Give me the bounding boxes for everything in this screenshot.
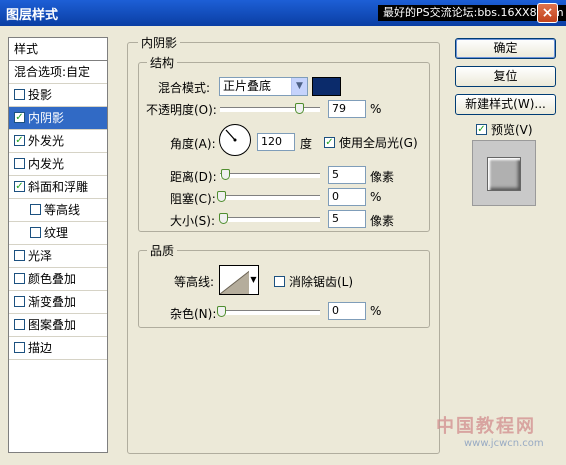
styles-list-header[interactable]: 样式 bbox=[9, 38, 107, 61]
style-checkbox[interactable]: ✓ bbox=[14, 181, 25, 192]
style-checkbox[interactable] bbox=[14, 158, 25, 169]
styles-list-item[interactable]: 颜色叠加 bbox=[9, 268, 107, 291]
style-checkbox[interactable] bbox=[30, 204, 41, 215]
blend-mode-select[interactable]: 正片叠底 ▼ bbox=[219, 77, 308, 96]
size-input[interactable]: 5 bbox=[328, 210, 366, 228]
style-preview bbox=[472, 140, 536, 206]
blend-mode-label: 混合模式: bbox=[158, 81, 211, 95]
noise-slider-track[interactable] bbox=[220, 310, 320, 315]
styles-list: 样式 混合选项:自定 投影 ✓ 内阴影 ✓ 外发光 内发光 ✓ 斜面和浮雕 等高线 纹理 光泽 颜色叠加… bbox=[8, 37, 108, 453]
quality-title: 品质 bbox=[147, 242, 178, 259]
new-style-button[interactable]: 新建样式(W)... bbox=[455, 94, 556, 115]
structure-title: 结构 bbox=[147, 54, 178, 71]
opacity-slider-track[interactable] bbox=[220, 107, 320, 112]
styles-list-item-label: 渐变叠加 bbox=[28, 295, 77, 309]
choke-label: 阻塞(C): bbox=[170, 192, 216, 206]
site-watermark-url: www.jcwcn.com bbox=[464, 438, 544, 449]
style-checkbox[interactable]: ✓ bbox=[14, 135, 25, 146]
styles-list-item-label: 内发光 bbox=[28, 157, 65, 171]
inner-shadow-title: 内阴影 bbox=[138, 34, 181, 51]
opacity-input[interactable]: 79 bbox=[328, 100, 366, 118]
distance-slider-thumb[interactable] bbox=[221, 169, 230, 180]
styles-list-item-label: 描边 bbox=[28, 341, 53, 355]
styles-list-item[interactable]: 等高线 bbox=[9, 199, 107, 222]
preview-checkbox[interactable]: ✓ bbox=[476, 124, 487, 135]
close-button[interactable]: × bbox=[537, 3, 558, 23]
styles-list-item-label: 纹理 bbox=[44, 226, 69, 240]
noise-slider-thumb[interactable] bbox=[217, 306, 226, 317]
styles-list-item-label: 图案叠加 bbox=[28, 318, 77, 332]
contour-dropdown-icon[interactable]: ▼ bbox=[249, 265, 259, 295]
styles-list-item-label: 颜色叠加 bbox=[28, 272, 77, 286]
styles-list-item[interactable]: ✓ 内阴影 bbox=[9, 107, 107, 130]
distance-unit: 像素 bbox=[370, 170, 395, 184]
noise-unit: % bbox=[370, 304, 382, 318]
choke-input[interactable]: 0 bbox=[328, 188, 366, 206]
opacity-slider-thumb[interactable] bbox=[295, 103, 304, 114]
blend-mode-value: 正片叠底 bbox=[223, 79, 272, 93]
styles-list-item[interactable]: 图案叠加 bbox=[9, 314, 107, 337]
global-light-checkbox[interactable]: ✓ bbox=[324, 137, 335, 148]
distance-slider-track[interactable] bbox=[220, 173, 320, 178]
styles-list-item[interactable]: 混合选项:自定 bbox=[9, 61, 107, 84]
style-checkbox[interactable] bbox=[30, 227, 41, 238]
style-checkbox[interactable] bbox=[14, 250, 25, 261]
chevron-down-icon: ▼ bbox=[291, 78, 307, 95]
styles-list-item[interactable]: ✓ 斜面和浮雕 bbox=[9, 176, 107, 199]
shadow-color-swatch[interactable] bbox=[312, 77, 341, 96]
size-unit: 像素 bbox=[370, 214, 395, 228]
opacity-unit: % bbox=[370, 102, 382, 116]
distance-label: 距离(D): bbox=[170, 170, 217, 184]
styles-list-item[interactable]: 描边 bbox=[9, 337, 107, 360]
styles-list-item[interactable]: 投影 bbox=[9, 84, 107, 107]
styles-list-item-label: 外发光 bbox=[28, 134, 65, 148]
contour-label: 等高线: bbox=[174, 275, 215, 289]
anti-alias-label[interactable]: 消除锯齿(L) bbox=[289, 273, 353, 290]
style-checkbox[interactable]: ✓ bbox=[14, 112, 25, 123]
window-title: 图层样式 bbox=[6, 8, 59, 23]
styles-list-item-label: 等高线 bbox=[44, 203, 81, 217]
styles-list-item[interactable]: 光泽 bbox=[9, 245, 107, 268]
global-light-label[interactable]: 使用全局光(G) bbox=[339, 134, 418, 151]
style-checkbox[interactable] bbox=[14, 89, 25, 100]
styles-list-item[interactable]: ✓ 外发光 bbox=[9, 130, 107, 153]
styles-list-item-label: 投影 bbox=[28, 88, 53, 102]
choke-unit: % bbox=[370, 190, 382, 204]
angle-input[interactable]: 120 bbox=[257, 133, 295, 151]
noise-label: 杂色(N): bbox=[170, 307, 217, 321]
ok-button[interactable]: 确定 bbox=[455, 38, 556, 59]
style-checkbox[interactable] bbox=[14, 342, 25, 353]
styles-list-item-label: 混合选项:自定 bbox=[14, 65, 91, 79]
close-icon: × bbox=[541, 5, 554, 21]
styles-list-item-label: 内阴影 bbox=[28, 111, 65, 125]
style-checkbox[interactable] bbox=[14, 319, 25, 330]
styles-list-item-label: 光泽 bbox=[28, 249, 53, 263]
style-checkbox[interactable] bbox=[14, 296, 25, 307]
preview-label[interactable]: 预览(V) bbox=[491, 121, 533, 138]
styles-list-item[interactable]: 纹理 bbox=[9, 222, 107, 245]
size-slider-thumb[interactable] bbox=[219, 213, 228, 224]
noise-input[interactable]: 0 bbox=[328, 302, 366, 320]
size-slider-track[interactable] bbox=[220, 217, 320, 222]
size-label: 大小(S): bbox=[170, 214, 216, 228]
styles-list-item[interactable]: 内发光 bbox=[9, 153, 107, 176]
style-checkbox[interactable] bbox=[14, 273, 25, 284]
styles-list-item[interactable]: 渐变叠加 bbox=[9, 291, 107, 314]
distance-input[interactable]: 5 bbox=[328, 166, 366, 184]
preview-swatch bbox=[487, 157, 521, 191]
title-bar: 图层样式 最好的PS交流论坛:bbs.16XX8.com × bbox=[0, 0, 566, 26]
choke-slider-thumb[interactable] bbox=[217, 191, 226, 202]
opacity-label: 不透明度(O): bbox=[146, 103, 217, 117]
reset-button[interactable]: 复位 bbox=[455, 66, 556, 87]
choke-slider-track[interactable] bbox=[220, 195, 320, 200]
anti-alias-checkbox[interactable] bbox=[274, 276, 285, 287]
angle-label: 角度(A): bbox=[170, 137, 216, 151]
angle-dial-icon[interactable] bbox=[219, 124, 251, 156]
site-watermark: 中国教程网 bbox=[436, 416, 536, 437]
styles-list-item-label: 斜面和浮雕 bbox=[28, 180, 89, 194]
angle-unit: 度 bbox=[300, 137, 313, 151]
